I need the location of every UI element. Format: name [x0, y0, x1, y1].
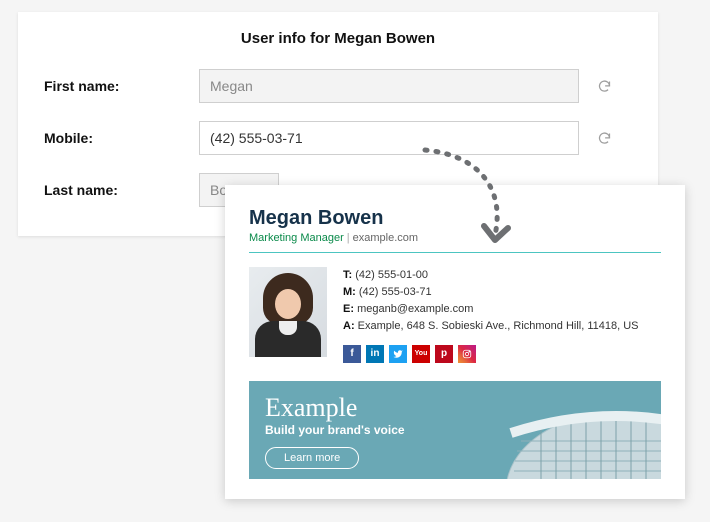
sig-role: Marketing Manager	[249, 232, 344, 244]
sig-divider	[249, 252, 661, 253]
signature-preview: Megan Bowen Marketing Manager|example.co…	[225, 185, 685, 499]
label-first-name: First name:	[44, 78, 199, 94]
linkedin-icon[interactable]: in	[366, 345, 384, 363]
contact-e: meganb@example.com	[357, 303, 473, 315]
contact-m: (42) 555-03-71	[359, 286, 432, 298]
label-mobile: Mobile:	[44, 130, 199, 146]
row-first-name: First name:	[44, 69, 632, 103]
label-last-name: Last name:	[44, 182, 199, 198]
row-mobile: Mobile:	[44, 121, 632, 155]
first-name-wrap	[199, 69, 632, 103]
learn-more-button[interactable]: Learn more	[265, 447, 359, 469]
refresh-icon[interactable]	[587, 121, 621, 155]
first-name-input[interactable]	[199, 69, 579, 103]
facebook-icon[interactable]: f	[343, 345, 361, 363]
social-row: f in You p	[343, 345, 639, 363]
instagram-icon[interactable]	[458, 345, 476, 363]
mobile-input[interactable]	[199, 121, 579, 155]
mobile-wrap	[199, 121, 632, 155]
pinterest-icon[interactable]: p	[435, 345, 453, 363]
sig-name: Megan Bowen	[249, 207, 661, 230]
twitter-icon[interactable]	[389, 345, 407, 363]
contact-a: Example, 648 S. Sobieski Ave., Richmond …	[358, 320, 639, 332]
sig-site: example.com	[353, 232, 418, 244]
contact-t: (42) 555-01-00	[355, 269, 428, 281]
contact-block: T: (42) 555-01-00 M: (42) 555-03-71 E: m…	[343, 267, 639, 363]
building-illustration	[451, 381, 661, 479]
refresh-icon[interactable]	[587, 69, 621, 103]
form-title: User info for Megan Bowen	[44, 30, 632, 47]
sig-subtitle: Marketing Manager|example.com	[249, 232, 661, 244]
promo-banner: Example Build your brand's voice Learn m…	[249, 381, 661, 479]
avatar	[249, 267, 327, 357]
youtube-icon[interactable]: You	[412, 345, 430, 363]
